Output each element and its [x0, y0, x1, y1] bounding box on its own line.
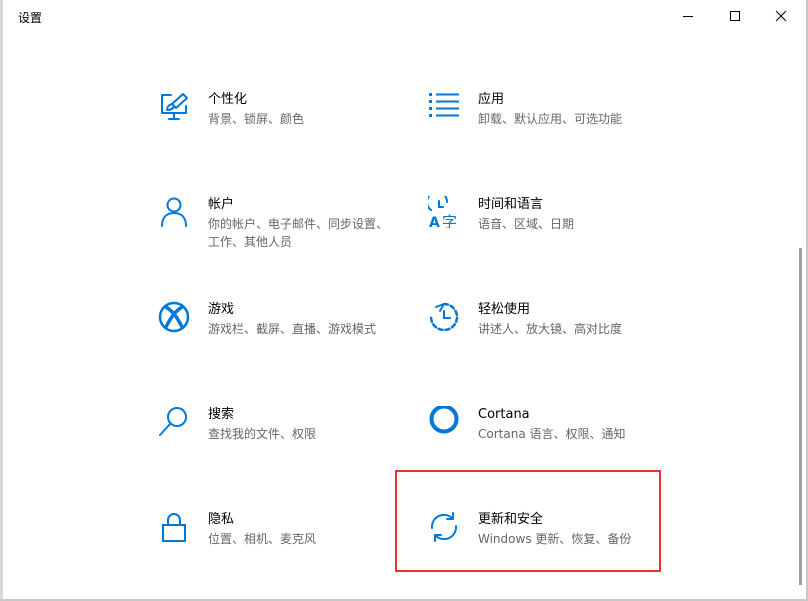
tile-description: 语音、区域、日期	[478, 217, 575, 231]
tile-name: 轻松使用	[478, 302, 531, 317]
tile-description: 你的帐户、电子邮件、同步设置、工作、其他人员	[208, 217, 389, 249]
tile-name: Cortana	[478, 407, 530, 422]
svg-text:A: A	[429, 215, 440, 228]
tile-name: 隐私	[208, 512, 235, 527]
apps-icon	[429, 93, 459, 117]
scrollbar-thumb[interactable]	[799, 248, 802, 585]
close-icon	[775, 10, 787, 22]
tile-description: 背景、锁屏、颜色	[208, 112, 305, 126]
tile-search[interactable]: 搜索 查找我的文件、权限	[158, 406, 398, 476]
tile-name: 时间和语言	[478, 197, 544, 212]
account-icon	[161, 197, 187, 227]
tile-apps[interactable]: 应用 卸载、默认应用、可选功能	[428, 91, 668, 161]
tile-name: 应用	[478, 92, 505, 107]
highlight-annotation-box	[395, 470, 661, 572]
window-title: 设置	[18, 11, 43, 25]
minimize-icon	[683, 16, 693, 17]
tile-time-language[interactable]: A 字 时间和语言 语音、区域、日期	[428, 196, 668, 266]
tile-name: 帐户	[208, 197, 235, 212]
tile-description: 游戏栏、截屏、直播、游戏模式	[208, 322, 377, 336]
xbox-icon	[158, 301, 190, 333]
maximize-icon	[730, 11, 740, 21]
close-button[interactable]	[758, 0, 804, 32]
tile-description: 位置、相机、麦克风	[208, 532, 317, 546]
tile-description: 查找我的文件、权限	[208, 427, 317, 441]
tile-name: 游戏	[208, 302, 235, 317]
search-icon	[159, 407, 187, 436]
tile-personalization[interactable]: 个性化 背景、锁屏、颜色	[158, 91, 398, 161]
tile-accounts[interactable]: 帐户 你的帐户、电子邮件、同步设置、工作、其他人员	[158, 196, 398, 266]
time-language-icon: A 字	[428, 196, 457, 228]
tile-name: 搜索	[208, 407, 235, 422]
tile-privacy[interactable]: 隐私 位置、相机、麦克风	[158, 511, 398, 581]
tile-gaming[interactable]: 游戏 游戏栏、截屏、直播、游戏模式	[158, 301, 398, 371]
tile-description: Cortana 语言、权限、通知	[478, 427, 626, 441]
tile-description: 讲述人、放大镜、高对比度	[478, 322, 623, 336]
cortana-icon	[429, 406, 459, 434]
tile-ease-of-access[interactable]: 轻松使用 讲述人、放大镜、高对比度	[428, 301, 668, 371]
svg-text:字: 字	[442, 213, 457, 228]
tile-cortana[interactable]: Cortana Cortana 语言、权限、通知	[428, 406, 668, 476]
ease-of-access-icon	[429, 302, 459, 332]
maximize-button[interactable]	[712, 0, 758, 32]
tile-description: 卸载、默认应用、可选功能	[478, 112, 623, 126]
tile-name: 个性化	[208, 92, 248, 107]
minimize-button[interactable]	[665, 0, 711, 32]
lock-icon	[162, 513, 186, 542]
personalization-icon	[161, 93, 188, 120]
window-left-edge	[0, 0, 3, 601]
